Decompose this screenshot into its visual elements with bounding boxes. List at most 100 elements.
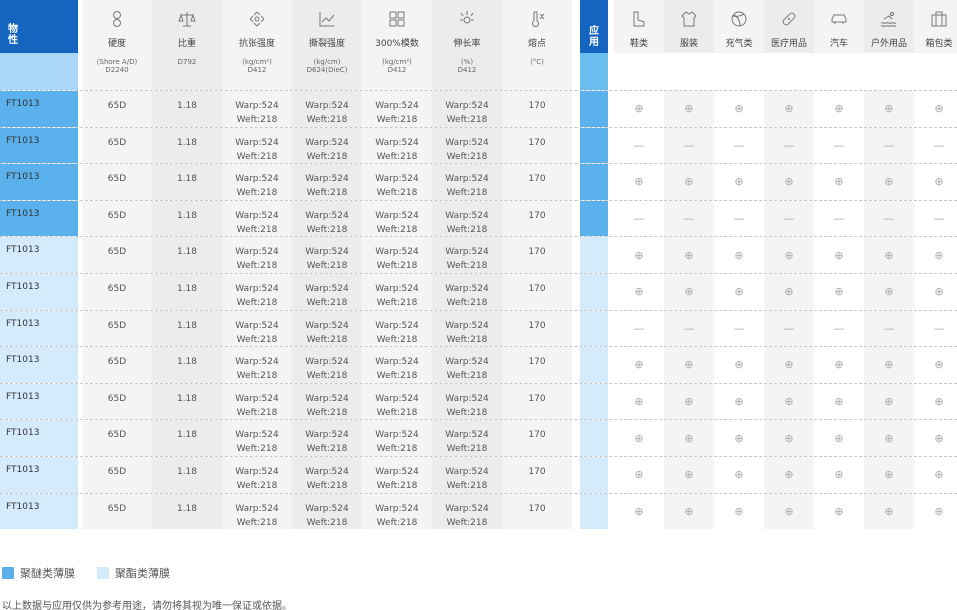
weft-value: Weft:218 [236,151,278,162]
application-cell: ⊕ [664,91,714,127]
tear-cell: Warp:524 Weft:218 [292,273,362,310]
material-id-cell: FT1013 [0,273,78,310]
warp-value: Warp:524 [445,503,489,514]
application-cell: ⊕ [714,91,764,127]
legend-swatch-ester [97,567,109,579]
weft-value: Weft:218 [306,517,348,528]
weft-value: Weft:218 [306,224,348,235]
application-cell: ⊕ [714,456,764,493]
melting-point-cell: 170 [502,273,572,310]
hardness-cell: 65D [82,347,152,383]
weft-value: Weft:218 [306,151,348,162]
application-marker [580,456,608,493]
melting-point-cell: 170 [502,420,572,456]
legend-item-ether: 聚醚类薄膜 [2,565,75,581]
warp-value: Warp:524 [235,320,279,331]
modulus-cell: Warp:524 Weft:218 [362,273,432,310]
elong-cell: Warp:524 Weft:218 [432,456,502,493]
warp-value: Warp:524 [235,247,279,258]
density-cell: 1.18 [152,456,222,493]
density-cell: 1.18 [152,310,222,347]
modulus-cell: Warp:524 Weft:218 [362,420,432,456]
application-cell: ⊕ [864,493,914,530]
modulus-cell: Warp:524 Weft:218 [362,493,432,530]
application-cell: ⊕ [864,347,914,383]
application-cell: ⊕ [764,456,814,493]
scale-icon [152,10,222,28]
properties-header-cell: 物 性 [0,0,78,53]
warp-value: Warp:524 [445,101,489,111]
application-cell: — [764,200,814,237]
elong-cell: Warp:524 Weft:218 [432,420,502,456]
material-id-cell: FT1013 [0,200,78,237]
weft-value: Weft:218 [306,371,348,382]
header-elongation: 伸长率 [432,0,502,53]
application-cell: ⊕ [764,493,814,530]
application-header: 应 用 [580,0,608,53]
melting-point-cell: 170 [502,127,572,164]
warp-value: Warp:524 [445,174,489,185]
weft-value: Weft:218 [446,115,488,125]
density-cell: 1.18 [152,383,222,420]
warp-value: Warp:524 [445,320,489,331]
application-cell: ⊕ [714,420,764,456]
tensile-cell: Warp:524 Weft:218 [222,273,292,310]
warp-value: Warp:524 [305,320,349,331]
modulus-cell: Warp:524 Weft:218 [362,127,432,164]
tensile-cell: Warp:524 Weft:218 [222,200,292,237]
application-cell: ⊕ [864,456,914,493]
disclaimer-note: 以上数据与应用仅供为参考用途，请勿将其视为唯一保证或依据。 [2,601,292,610]
elong-cell: Warp:524 Weft:218 [432,383,502,420]
hardness-cell: 65D [82,456,152,493]
application-cell: ⊕ [914,164,957,200]
application-cell: ⊕ [614,347,664,383]
weft-value: Weft:218 [236,297,278,308]
application-cell: ⊕ [614,420,664,456]
application-cell: — [914,200,957,237]
modulus-cell: Warp:524 Weft:218 [362,200,432,237]
application-cell: ⊕ [914,273,957,310]
warp-value: Warp:524 [305,357,349,368]
application-cell: ⊕ [864,237,914,273]
warp-value: Warp:524 [235,210,279,221]
application-cell: ⊕ [814,420,864,456]
legend-label-ether: 聚醚类薄膜 [20,567,75,580]
header-outdoor: 户外用品 [864,0,914,53]
application-cell: ⊕ [664,493,714,530]
application-cell: ⊕ [864,164,914,200]
tear-cell: Warp:524 Weft:218 [292,237,362,273]
warp-value: Warp:524 [235,393,279,404]
application-cell: ⊕ [664,456,714,493]
application-cell: ⊕ [914,420,957,456]
melting-point-cell: 170 [502,200,572,237]
warp-value: Warp:524 [375,137,419,148]
warp-value: Warp:524 [235,466,279,477]
application-cell: ⊕ [764,237,814,273]
density-cell: 1.18 [152,347,222,383]
warp-value: Warp:524 [305,430,349,441]
density-cell: 1.18 [152,237,222,273]
warp-value: Warp:524 [445,283,489,294]
weft-value: Weft:218 [376,261,418,272]
application-cell: ⊕ [914,383,957,420]
application-cell: ⊕ [764,347,814,383]
application-cell: — [864,127,914,164]
weft-value: Weft:218 [376,444,418,455]
header-hardness: 硬度 [82,0,152,53]
table-row: FT1013 65D 1.18 Warp:524 Weft:218 Warp:524 Wef… [0,199,957,237]
elong-cell: Warp:524 Weft:218 [432,164,502,200]
header-tensile: 抗张强度 [222,0,292,53]
material-id-cell: FT1013 [0,237,78,273]
hardness-cell: 65D [82,200,152,237]
application-cell: — [814,127,864,164]
application-marker [580,237,608,273]
weft-value: Weft:218 [376,224,418,235]
application-cell: ⊕ [714,237,764,273]
weft-value: Weft:218 [236,115,278,125]
weft-value: Weft:218 [306,334,348,345]
tear-cell: Warp:524 Weft:218 [292,200,362,237]
warp-value: Warp:524 [235,137,279,148]
application-cell: — [914,127,957,164]
melting-point-cell: 170 [502,493,572,530]
elong-cell: Warp:524 Weft:218 [432,91,502,127]
